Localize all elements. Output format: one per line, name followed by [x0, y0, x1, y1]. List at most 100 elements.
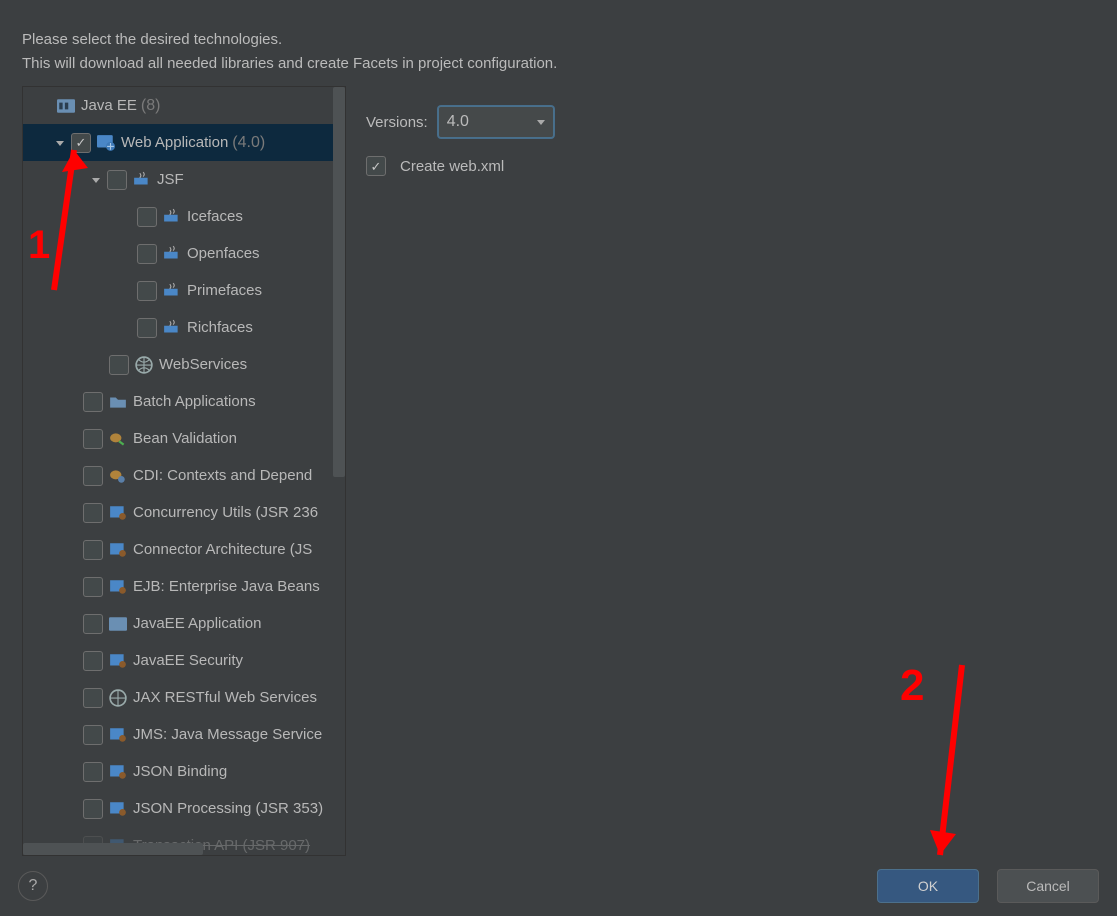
tree-label: Icefaces: [187, 208, 243, 225]
tree-item-batch[interactable]: Batch Applications: [23, 383, 345, 420]
checkbox-connector[interactable]: [83, 540, 103, 560]
help-icon: ?: [29, 877, 38, 895]
create-webxml-label: Create web.xml: [400, 158, 504, 175]
instruction-line1: Please select the desired technologies.: [22, 31, 282, 48]
tree-item-json-binding[interactable]: JSON Binding: [23, 753, 345, 790]
tree-count: (8): [141, 97, 161, 115]
checkbox-javaee-app[interactable]: [83, 614, 103, 634]
tree-item-jaxrs[interactable]: JAX RESTful Web Services: [23, 679, 345, 716]
javaee-icon: [109, 615, 127, 633]
checkbox-richfaces[interactable]: [137, 318, 157, 338]
tree-label: JavaEE Security: [133, 652, 243, 669]
instruction-line2: This will download all needed libraries …: [22, 55, 557, 72]
ok-button[interactable]: OK: [877, 869, 979, 903]
tree-scroll-area[interactable]: Java EE (8) Web Application (4.0): [23, 87, 345, 855]
tree-label: Java EE: [81, 97, 137, 114]
tree-item-bean-validation[interactable]: Bean Validation: [23, 420, 345, 457]
checkbox-create-webxml[interactable]: [366, 156, 386, 176]
framework-icon: [163, 319, 181, 337]
chevron-down-icon: [537, 120, 545, 125]
tree-item-jms[interactable]: JMS: Java Message Service: [23, 716, 345, 753]
tree-item-ejb[interactable]: EJB: Enterprise Java Beans: [23, 568, 345, 605]
framework-icon: [163, 208, 181, 226]
checkbox-javaee-sec[interactable]: [83, 651, 103, 671]
checkbox-jms[interactable]: [83, 725, 103, 745]
framework-icon: [163, 282, 181, 300]
checkbox-jsf[interactable]: [107, 170, 127, 190]
checkbox-icefaces[interactable]: [137, 207, 157, 227]
checkbox-jaxrs[interactable]: [83, 688, 103, 708]
versions-label: Versions:: [366, 114, 428, 131]
tree-item-jsf[interactable]: JSF: [23, 161, 345, 198]
module-icon: [109, 800, 127, 818]
vertical-scrollbar[interactable]: [333, 87, 345, 477]
tree-item-primefaces[interactable]: Primefaces: [23, 272, 345, 309]
module-icon: [109, 578, 127, 596]
tree-item-cdi[interactable]: CDI: Contexts and Depend: [23, 457, 345, 494]
versions-row: Versions: 4.0: [366, 106, 1095, 138]
checkbox-webservices[interactable]: [109, 355, 129, 375]
cancel-button[interactable]: Cancel: [997, 869, 1099, 903]
help-button[interactable]: ?: [18, 871, 48, 901]
dialog-footer: ? OK Cancel: [0, 856, 1117, 916]
framework-icon: [163, 245, 181, 263]
checkbox-cdi[interactable]: [83, 466, 103, 486]
technologies-dialog: Please select the desired technologies. …: [0, 0, 1117, 916]
module-icon: [109, 504, 127, 522]
tree-item-icefaces[interactable]: Icefaces: [23, 198, 345, 235]
web-icon: [97, 134, 115, 152]
tree-label: Primefaces: [187, 282, 262, 299]
module-icon: [109, 763, 127, 781]
tree-label: Connector Architecture (JS: [133, 541, 312, 558]
checkbox-bean[interactable]: [83, 429, 103, 449]
checkbox-json-proc[interactable]: [83, 799, 103, 819]
tree-label: Concurrency Utils (JSR 236: [133, 504, 318, 521]
tree-label: Web Application: [121, 134, 228, 151]
tree-item-javaee-security[interactable]: JavaEE Security: [23, 642, 345, 679]
tree-label: CDI: Contexts and Depend: [133, 467, 312, 484]
checkbox-concurrency[interactable]: [83, 503, 103, 523]
folder-icon: [109, 393, 127, 411]
tree-label: Openfaces: [187, 245, 260, 262]
tree-label: Batch Applications: [133, 393, 256, 410]
tree-label: JSON Binding: [133, 763, 227, 780]
tree-item-webservices[interactable]: WebServices: [23, 346, 345, 383]
tree-item-openfaces[interactable]: Openfaces: [23, 235, 345, 272]
tree-label: Bean Validation: [133, 430, 237, 447]
module-icon: [109, 541, 127, 559]
checkbox-ejb[interactable]: [83, 577, 103, 597]
tree-label: Richfaces: [187, 319, 253, 336]
tree-root-javaee[interactable]: Java EE (8): [23, 87, 345, 124]
ok-label: OK: [918, 878, 938, 894]
create-webxml-row[interactable]: Create web.xml: [366, 156, 1095, 176]
tree-label: JSF: [157, 171, 184, 188]
javaee-icon: [57, 97, 75, 115]
content-area: Java EE (8) Web Application (4.0): [0, 86, 1117, 856]
chevron-down-icon[interactable]: [53, 136, 67, 150]
cancel-label: Cancel: [1026, 878, 1070, 894]
checkbox-web-application[interactable]: [71, 133, 91, 153]
horizontal-scrollbar[interactable]: [23, 843, 203, 855]
checkbox-json-binding[interactable]: [83, 762, 103, 782]
tree-label: JAX RESTful Web Services: [133, 689, 317, 706]
checkbox-openfaces[interactable]: [137, 244, 157, 264]
chevron-down-icon[interactable]: [89, 173, 103, 187]
framework-icon: [133, 171, 151, 189]
tree-item-web-application[interactable]: Web Application (4.0): [23, 124, 345, 161]
globe-icon: [135, 356, 153, 374]
tree-item-richfaces[interactable]: Richfaces: [23, 309, 345, 346]
tree-item-connector[interactable]: Connector Architecture (JS: [23, 531, 345, 568]
tree-label: WebServices: [159, 356, 247, 373]
tree-item-javaee-app[interactable]: JavaEE Application: [23, 605, 345, 642]
versions-combobox[interactable]: 4.0: [438, 106, 554, 138]
tree-item-json-processing[interactable]: JSON Processing (JSR 353): [23, 790, 345, 827]
checkbox-batch[interactable]: [83, 392, 103, 412]
checkbox-primefaces[interactable]: [137, 281, 157, 301]
tree-item-concurrency[interactable]: Concurrency Utils (JSR 236: [23, 494, 345, 531]
tree-label: JMS: Java Message Service: [133, 726, 322, 743]
module-icon: [109, 726, 127, 744]
tree-version: (4.0): [232, 134, 265, 152]
tree-label: EJB: Enterprise Java Beans: [133, 578, 320, 595]
details-panel: Versions: 4.0 Create web.xml: [360, 86, 1103, 856]
dialog-instructions: Please select the desired technologies. …: [0, 0, 1117, 86]
